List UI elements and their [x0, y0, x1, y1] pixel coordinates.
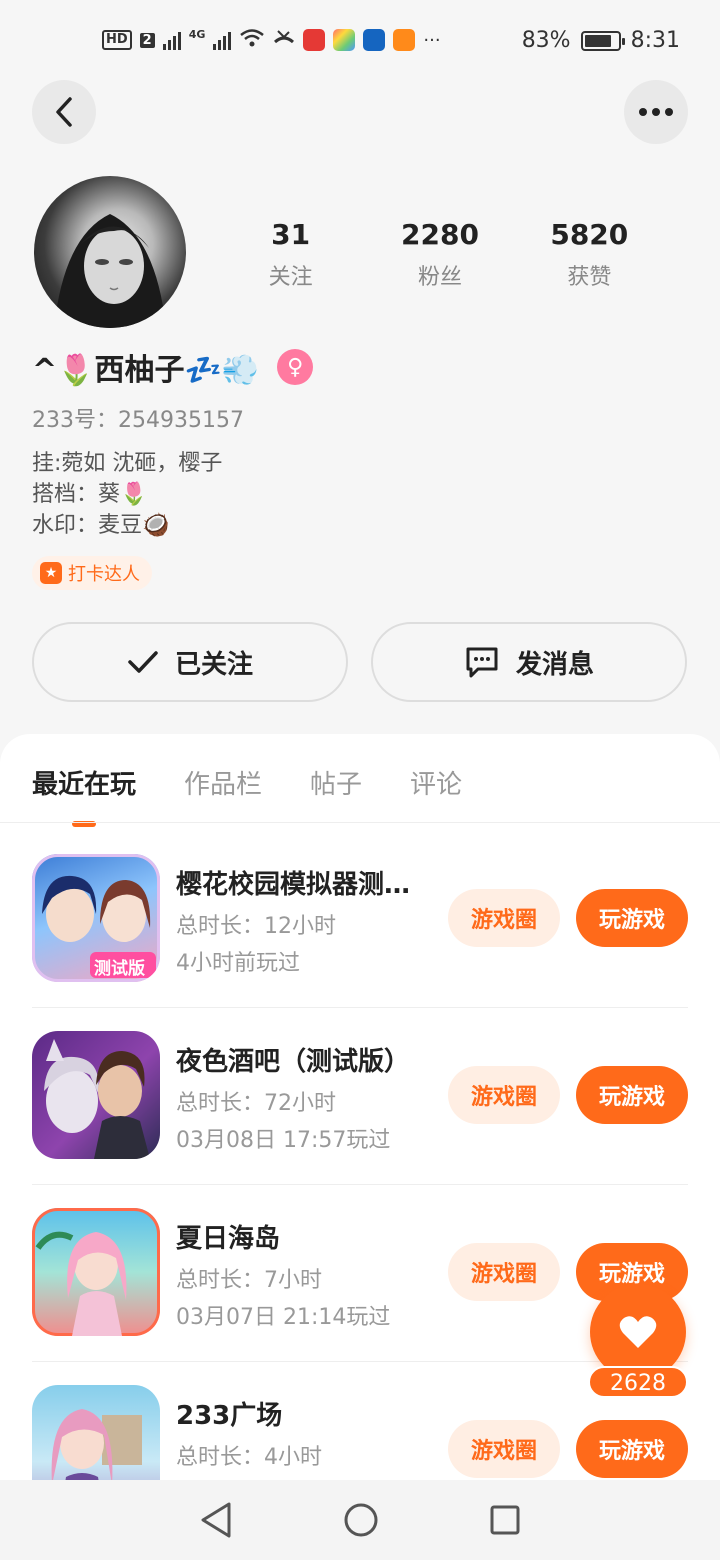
game-icon [32, 1208, 160, 1336]
sim-indicator: 2 [139, 32, 155, 48]
heart-icon [619, 1316, 657, 1348]
chevron-left-icon [56, 97, 72, 127]
stat-following[interactable]: 31 关注 [216, 218, 365, 291]
send-message-button[interactable]: 发消息 [371, 622, 687, 702]
profile-stats: 31 关注 2280 粉丝 5820 获赞 [216, 218, 664, 291]
bio-line: 搭档：葵🌷 [32, 482, 148, 507]
stat-likes[interactable]: 5820 获赞 [515, 218, 664, 291]
home-circle-icon[interactable] [343, 1502, 379, 1538]
game-last-played: 03月07日 21:14玩过 [176, 1305, 391, 1330]
game-title: 夏日海岛 [176, 1224, 281, 1254]
game-circle-button[interactable]: 游戏圈 [448, 1420, 560, 1478]
following-label: 关注 [268, 265, 313, 290]
game-icon: 测试版 [32, 854, 160, 982]
following-count: 31 [271, 218, 311, 251]
followers-count: 2280 [401, 218, 479, 251]
signal-icon-2 [213, 30, 232, 50]
username: ^🌷西柚子💤💨 [32, 353, 260, 388]
send-message-label: 发消息 [515, 649, 594, 680]
game-title: 樱花校园模拟器测试版 [176, 870, 432, 900]
divider [32, 1361, 688, 1362]
game-item[interactable]: 夏日海岛 总时长：7小时 03月07日 21:14玩过 游戏圈 玩游戏 [32, 1208, 688, 1338]
game-circle-button[interactable]: 游戏圈 [448, 1066, 560, 1124]
tab-posts[interactable]: 帖子 [310, 764, 362, 801]
wifi-icon [239, 28, 265, 52]
divider [32, 1184, 688, 1185]
badge-label: 打卡达人 [68, 564, 140, 585]
stat-followers[interactable]: 2280 粉丝 [365, 218, 514, 291]
battery-percent: 83% [521, 28, 571, 53]
divider [32, 1007, 688, 1008]
checkmark-icon [128, 651, 158, 673]
game-title: 夜色酒吧（测试版） [176, 1047, 411, 1077]
tab-works[interactable]: 作品栏 [184, 764, 262, 801]
tab-divider [0, 822, 720, 823]
checkin-badge[interactable]: ★ 打卡达人 [32, 556, 152, 590]
likes-count: 5820 [550, 218, 629, 251]
game-item[interactable]: 233广场 总时长：4小时 游戏圈 玩游戏 [32, 1385, 688, 1494]
female-icon: ♀ [277, 349, 314, 385]
missed-call-icon [273, 28, 295, 52]
app-notification-icon-multicolor [333, 29, 356, 51]
more-options-button[interactable] [624, 80, 688, 144]
likes-label: 获赞 [567, 265, 612, 290]
system-nav-bar [0, 1480, 720, 1560]
like-count: 2628 [588, 1366, 688, 1398]
back-button[interactable] [32, 80, 96, 144]
game-last-played: 4小时前玩过 [176, 951, 300, 976]
play-game-button[interactable]: 玩游戏 [576, 1066, 688, 1124]
game-duration: 总时长：4小时 [176, 1445, 322, 1470]
avatar[interactable] [34, 176, 186, 328]
back-triangle-icon[interactable] [199, 1501, 233, 1539]
game-last-played: 03月08日 17:57玩过 [176, 1128, 391, 1153]
network-type: 4G [188, 28, 206, 41]
bio-line: 挂:菀如 沈砸，樱子 [32, 451, 223, 476]
star-badge-icon: ★ [40, 562, 62, 584]
status-bar: HD 2 4G ··· 83% 8:31 [0, 0, 720, 84]
more-dots-icon [639, 108, 673, 116]
signal-icon [162, 30, 181, 50]
user-id: 233号：254935157 [32, 408, 244, 433]
app-notification-icon-orange [393, 29, 416, 51]
username-row: ^🌷西柚子💤💨 ♀ [32, 345, 314, 389]
more-notifications-icon: ··· [423, 29, 441, 51]
profile-tabs: 最近在玩 作品栏 帖子 评论 [32, 764, 462, 827]
game-title: 233广场 [176, 1401, 283, 1431]
bio: 挂:菀如 沈砸，樱子 搭档：葵🌷 水印：麦豆🥥 [32, 448, 222, 541]
battery-icon [580, 30, 625, 51]
chat-bubble-icon [466, 647, 498, 678]
game-duration: 总时长：72小时 [176, 1091, 336, 1116]
app-notification-icon-red [303, 29, 326, 51]
game-circle-button[interactable]: 游戏圈 [448, 1243, 560, 1301]
test-version-label: 测试版 [94, 959, 145, 979]
play-game-button[interactable]: 玩游戏 [576, 889, 688, 947]
recents-square-icon[interactable] [489, 1504, 521, 1536]
game-icon [32, 1385, 160, 1494]
hd-indicator: HD [102, 30, 132, 50]
play-game-button[interactable]: 玩游戏 [576, 1420, 688, 1478]
following-button-label: 已关注 [174, 649, 253, 680]
app-notification-icon-blue [363, 29, 386, 51]
followers-label: 粉丝 [417, 265, 462, 290]
tab-comments[interactable]: 评论 [410, 764, 462, 801]
game-item[interactable]: 测试版 樱花校园模拟器测试版 总时长：12小时 4小时前玩过 游戏圈 玩游戏 [32, 854, 688, 984]
game-duration: 总时长：7小时 [176, 1268, 322, 1293]
game-duration: 总时长：12小时 [176, 914, 336, 939]
game-item[interactable]: 夜色酒吧（测试版） 总时长：72小时 03月08日 17:57玩过 游戏圈 玩游… [32, 1031, 688, 1161]
following-button[interactable]: 已关注 [32, 622, 348, 702]
clock: 8:31 [630, 28, 680, 53]
game-icon [32, 1031, 160, 1159]
bio-line: 水印：麦豆🥥 [32, 513, 170, 538]
tab-recently-played[interactable]: 最近在玩 [32, 764, 136, 827]
game-circle-button[interactable]: 游戏圈 [448, 889, 560, 947]
